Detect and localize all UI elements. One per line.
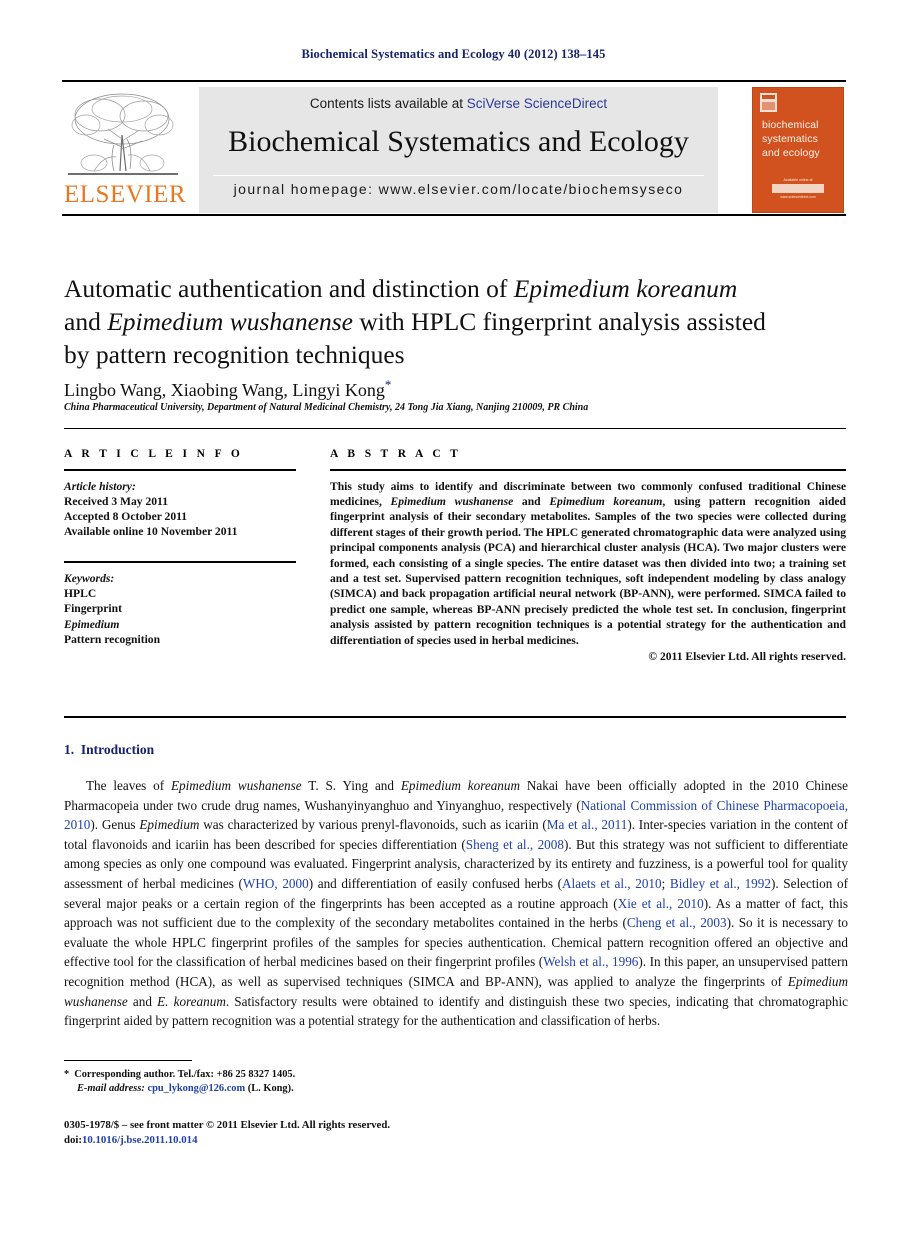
title-part-2: and xyxy=(64,307,108,336)
footnote-corresponding-text: Corresponding author. Tel./fax: +86 25 8… xyxy=(74,1069,296,1080)
email-link[interactable]: cpu_lykong@126.com xyxy=(147,1083,245,1094)
info-section-top-rule xyxy=(64,428,846,429)
citation-alaets-2010[interactable]: Alaets et al., 2010 xyxy=(562,876,662,891)
abstract-part-2: and xyxy=(513,495,550,508)
keyword-pattern-recognition: Pattern recognition xyxy=(64,632,161,646)
title-part-4: by pattern recognition techniques xyxy=(64,340,405,369)
footnote-marker: * xyxy=(64,1069,70,1080)
doi-label: doi: xyxy=(64,1133,82,1146)
elsevier-wordmark: ELSEVIER xyxy=(64,181,187,208)
intro-t2: T. S. Ying and xyxy=(301,778,401,793)
cover-sciencedirect-logo xyxy=(772,184,824,193)
intro-species-4: E. koreanum xyxy=(157,993,226,1009)
citation-ma-2011[interactable]: Ma et al., 2011 xyxy=(547,817,628,832)
author-list: Lingbo Wang, Xiaobing Wang, Lingyi Kong* xyxy=(64,374,854,401)
cover-available-text: Available online at xyxy=(783,178,813,182)
title-species-1: Epimedium koreanum xyxy=(513,274,738,303)
abstract-rule xyxy=(330,469,846,471)
cover-elsevier-icon xyxy=(760,93,777,112)
citation-sheng-2008[interactable]: Sheng et al., 2008 xyxy=(466,837,564,852)
intro-t8: ) and differentiation of easily confused… xyxy=(308,875,563,891)
front-matter-line: 0305-1978/$ – see front matter © 2011 El… xyxy=(64,1119,391,1131)
abstract-text: This study aims to identify and discrimi… xyxy=(330,479,846,648)
contents-prefix: Contents lists available at xyxy=(309,96,467,111)
title-part-1: Automatic authentication and distinction… xyxy=(64,274,514,303)
history-available-online: Available online 10 November 2011 xyxy=(64,525,238,539)
doi-line: doi:10.1016/j.bse.2011.10.014 xyxy=(64,1133,564,1148)
footnote-divider xyxy=(64,1060,192,1062)
cover-title: biochemical systematics and ecology xyxy=(762,119,820,159)
corresponding-author-marker[interactable]: * xyxy=(385,377,392,392)
abstract-copyright: © 2011 Elsevier Ltd. All rights reserved… xyxy=(648,650,846,664)
journal-banner: Contents lists available at SciVerse Sci… xyxy=(199,87,718,213)
imprint-block: 0305-1978/$ – see front matter © 2011 El… xyxy=(64,1118,564,1147)
keywords-block: Keywords: HPLC Fingerprint Epimedium Pat… xyxy=(64,571,296,647)
keywords-label: Keywords: xyxy=(64,572,115,585)
section-number: 1. xyxy=(64,742,75,757)
abstract-species-2: Epimedium koreanum xyxy=(549,495,663,508)
article-history-label: Article history: xyxy=(64,479,136,493)
citation-cheng-2003[interactable]: Cheng et al., 2003 xyxy=(627,915,727,930)
intro-genus: Epimedium xyxy=(139,817,200,833)
banner-divider xyxy=(213,175,704,176)
abstract-part-3: , using pattern recognition aided finger… xyxy=(330,495,846,647)
introduction-paragraph: The leaves of Epimedium wushanense T. S.… xyxy=(64,776,848,1031)
cover-url: www.sciencedirect.com xyxy=(780,195,816,199)
journal-cover-thumbnail: biochemical systematics and ecology Avai… xyxy=(752,87,844,213)
elsevier-logo: ELSEVIER xyxy=(64,89,187,211)
cover-availability: Available online at www.sciencedirect.co… xyxy=(753,178,843,200)
running-head: Biochemical Systematics and Ecology 40 (… xyxy=(301,47,606,61)
citation-bidley-1992[interactable]: Bidley et al., 1992 xyxy=(670,876,771,891)
title-part-3: with HPLC fingerprint analysis assisted xyxy=(352,307,766,336)
abstract-column: A B S T R A C T This study aims to ident… xyxy=(330,448,846,663)
intro-species-1: Epimedium wushanense xyxy=(170,778,302,793)
corresponding-author-footnote: * Corresponding author. Tel./fax: +86 25 … xyxy=(64,1068,524,1096)
email-owner: (L. Kong). xyxy=(247,1083,294,1094)
article-title: Automatic authentication and distinction… xyxy=(64,272,854,371)
footnote-email-line: E-mail address: cpu_lykong@126.com (L. K… xyxy=(64,1082,524,1096)
intro-t14: and xyxy=(127,993,158,1009)
email-label: E-mail address: xyxy=(77,1083,145,1094)
intro-t4: ). Genus xyxy=(90,817,140,833)
elsevier-tree-icon xyxy=(64,89,182,181)
article-info-heading: A R T I C L E I N F O xyxy=(64,448,244,460)
affiliation: China Pharmaceutical University, Departm… xyxy=(64,402,589,413)
abstract-heading: A B S T R A C T xyxy=(330,448,462,460)
doi-link[interactable]: 10.1016/j.bse.2011.10.014 xyxy=(82,1134,197,1146)
article-info-column: A R T I C L E I N F O Article history: R… xyxy=(64,448,296,647)
keywords-rule xyxy=(64,561,296,563)
abstract-species-1: Epimedium wushanense xyxy=(390,495,514,508)
article-info-rule xyxy=(64,469,296,471)
history-received: Received 3 May 2011 xyxy=(64,494,168,508)
contents-available-line: Contents lists available at SciVerse Sci… xyxy=(199,96,718,111)
intro-t1: The leaves of xyxy=(86,778,171,793)
section-name: Introduction xyxy=(80,742,155,757)
intro-t9: ; xyxy=(661,875,670,891)
intro-t5: was characterized by various prenyl-flav… xyxy=(199,817,547,833)
journal-homepage-link[interactable]: journal homepage: www.elsevier.com/locat… xyxy=(199,181,718,197)
article-history: Article history: Received 3 May 2011 Acc… xyxy=(64,479,296,540)
keyword-epimedium: Epimedium xyxy=(64,617,120,631)
article-page: Biochemical Systematics and Ecology 40 (… xyxy=(0,0,907,1238)
intro-species-2: Epimedium koreanum xyxy=(400,778,521,793)
keyword-hplc: HPLC xyxy=(64,587,97,601)
citation-who-2000[interactable]: WHO, 2000 xyxy=(243,876,309,891)
citation-welsh-1996[interactable]: Welsh et al., 1996 xyxy=(543,954,638,969)
journal-masthead: ELSEVIER Contents lists available at Sci… xyxy=(62,80,846,216)
title-species-2: Epimedium wushanense xyxy=(107,307,353,336)
history-accepted: Accepted 8 October 2011 xyxy=(64,510,188,523)
info-section-bottom-rule xyxy=(64,716,846,718)
author-names: Lingbo Wang, Xiaobing Wang, Lingyi Kong xyxy=(64,380,385,400)
citation-xie-2010[interactable]: Xie et al., 2010 xyxy=(618,896,704,911)
section-heading-introduction: 1. Introduction xyxy=(64,742,854,758)
journal-title: Biochemical Systematics and Ecology xyxy=(228,125,689,158)
keyword-fingerprint: Fingerprint xyxy=(64,602,122,616)
sciencedirect-link[interactable]: SciVerse ScienceDirect xyxy=(467,96,607,111)
